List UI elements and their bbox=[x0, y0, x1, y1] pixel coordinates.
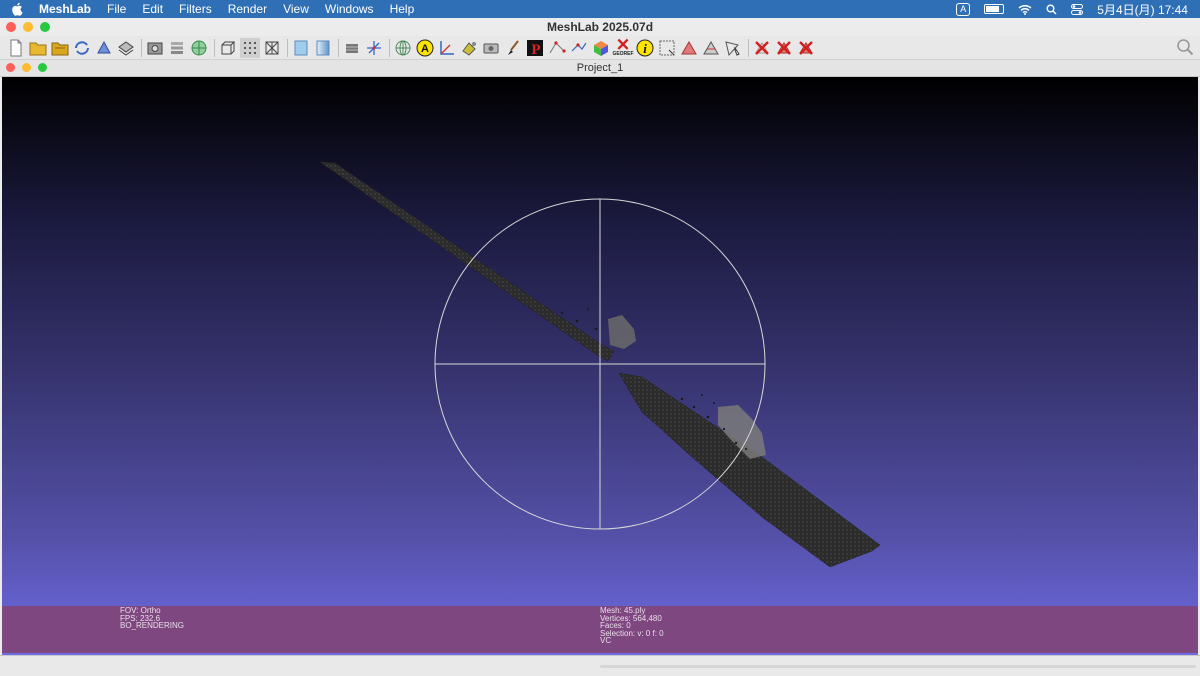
flat-shading-icon[interactable] bbox=[291, 38, 311, 58]
layer-stack-icon[interactable] bbox=[342, 38, 362, 58]
menu-help[interactable]: Help bbox=[390, 2, 415, 16]
zoom-subwindow-button[interactable] bbox=[38, 63, 47, 72]
render-info: FOV: Ortho FPS: 232.6 BO_RENDERING bbox=[120, 607, 184, 630]
open-project-icon[interactable] bbox=[50, 38, 70, 58]
select-connected-icon[interactable] bbox=[701, 38, 721, 58]
mesh-info: Mesh: 45.ply Vertices: 564,480 Faces: 0 … bbox=[600, 607, 664, 645]
viewport-info-bar: FOV: Ortho FPS: 232.6 BO_RENDERING Mesh:… bbox=[2, 606, 1198, 653]
close-window-button[interactable] bbox=[6, 22, 16, 32]
delete-vertices-icon[interactable] bbox=[774, 38, 794, 58]
delete-faces-icon[interactable] bbox=[752, 38, 772, 58]
trackball-gizmo[interactable] bbox=[434, 198, 766, 530]
select-vertices-icon[interactable] bbox=[679, 38, 699, 58]
minimize-subwindow-button[interactable] bbox=[22, 63, 31, 72]
3d-viewport[interactable]: FOV: Ortho FPS: 232.6 BO_RENDERING Mesh:… bbox=[2, 77, 1198, 655]
menu-view[interactable]: View bbox=[283, 2, 309, 16]
camera-icon[interactable] bbox=[481, 38, 501, 58]
toolbar-separator bbox=[214, 38, 215, 57]
point-pick-icon[interactable] bbox=[547, 38, 567, 58]
project-subwindow-titlebar: Project_1 bbox=[0, 60, 1200, 77]
menu-render[interactable]: Render bbox=[228, 2, 267, 16]
info-letter: i bbox=[643, 41, 647, 56]
subwindow-controls bbox=[6, 63, 47, 72]
paint-brush-icon[interactable] bbox=[503, 38, 523, 58]
toolbar-separator bbox=[141, 38, 142, 57]
annotate-icon[interactable]: A bbox=[415, 38, 435, 58]
menu-filters[interactable]: Filters bbox=[179, 2, 212, 16]
menu-windows[interactable]: Windows bbox=[325, 2, 374, 16]
globe-icon[interactable] bbox=[189, 38, 209, 58]
status-bar bbox=[0, 655, 1200, 676]
p-letter: P bbox=[531, 42, 540, 57]
reload-icon[interactable] bbox=[72, 38, 92, 58]
apple-icon[interactable] bbox=[11, 2, 25, 16]
toolbar-separator bbox=[287, 38, 288, 57]
save-icon[interactable] bbox=[116, 38, 136, 58]
axes-icon[interactable] bbox=[364, 38, 384, 58]
vertex-color-text: VC bbox=[600, 636, 612, 645]
color-cube-icon[interactable] bbox=[591, 38, 611, 58]
layers-icon[interactable] bbox=[167, 38, 187, 58]
snapshot-icon[interactable] bbox=[145, 38, 165, 58]
wireframe-icon[interactable] bbox=[262, 38, 282, 58]
measure-icon[interactable] bbox=[437, 38, 457, 58]
toolbar-separator bbox=[389, 38, 390, 57]
select-area-icon[interactable] bbox=[723, 38, 743, 58]
select-faces-icon[interactable] bbox=[657, 38, 677, 58]
subwindow-title: Project_1 bbox=[576, 62, 624, 74]
georef-icon[interactable]: GEOREF bbox=[612, 38, 634, 58]
render-mode-text: BO_RENDERING bbox=[120, 621, 185, 630]
vertex-pick-icon[interactable] bbox=[569, 38, 589, 58]
window-controls bbox=[6, 22, 50, 32]
menu-app-name[interactable]: MeshLab bbox=[39, 2, 91, 16]
control-center-icon[interactable] bbox=[1071, 3, 1084, 15]
georef-label: GEOREF bbox=[612, 51, 634, 57]
macos-menubar: MeshLab File Edit Filters Render View Wi… bbox=[0, 0, 1200, 18]
menubar-status-area: A 5月4日(月) 17:44 bbox=[956, 0, 1188, 18]
zoom-window-button[interactable] bbox=[40, 22, 50, 32]
paint-bucket-icon[interactable] bbox=[459, 38, 479, 58]
toolbar-search-icon[interactable] bbox=[1176, 38, 1194, 59]
open-folder-icon[interactable] bbox=[28, 38, 48, 58]
delete-all-icon[interactable] bbox=[796, 38, 816, 58]
spotlight-search-icon[interactable] bbox=[1046, 4, 1057, 15]
battery-icon[interactable] bbox=[984, 4, 1005, 14]
horizontal-scrollbar[interactable] bbox=[600, 665, 1196, 668]
main-toolbar: A P GEOREF i bbox=[0, 36, 1200, 60]
box-icon[interactable] bbox=[218, 38, 238, 58]
new-document-icon[interactable] bbox=[6, 38, 26, 58]
sphere-grid-icon[interactable] bbox=[393, 38, 413, 58]
p-filter-icon[interactable]: P bbox=[525, 38, 545, 58]
annotate-letter: A bbox=[421, 43, 429, 55]
window-titlebar: MeshLab 2025.07d bbox=[0, 18, 1200, 36]
wifi-icon[interactable] bbox=[1018, 4, 1032, 15]
menu-file[interactable]: File bbox=[107, 2, 126, 16]
input-source-indicator[interactable]: A bbox=[956, 2, 971, 16]
minimize-window-button[interactable] bbox=[23, 22, 33, 32]
reload-all-icon[interactable] bbox=[94, 38, 114, 58]
toolbar-separator bbox=[748, 38, 749, 57]
smooth-shading-icon[interactable] bbox=[313, 38, 333, 58]
toolbar-separator bbox=[338, 38, 339, 57]
points-icon[interactable] bbox=[240, 37, 260, 58]
info-icon[interactable]: i bbox=[635, 38, 655, 58]
point-cloud-render[interactable] bbox=[2, 77, 1198, 655]
close-subwindow-button[interactable] bbox=[6, 63, 15, 72]
menubar-clock[interactable]: 5月4日(月) 17:44 bbox=[1097, 1, 1188, 18]
menu-edit[interactable]: Edit bbox=[142, 2, 163, 16]
window-title: MeshLab 2025.07d bbox=[546, 20, 654, 34]
